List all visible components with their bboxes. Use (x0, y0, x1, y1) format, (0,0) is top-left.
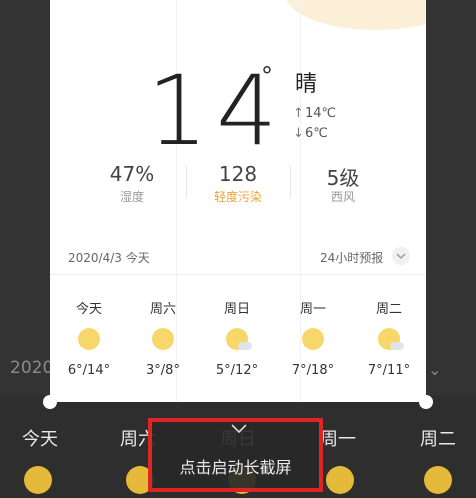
cloud-icon (238, 342, 252, 350)
divider (50, 274, 426, 275)
forecast-date: 2020/4/3 今天 (68, 251, 150, 265)
background-sun-icon (24, 466, 52, 494)
high-temp-value: 14℃ (305, 106, 337, 121)
forecast-day: 今天 (75, 302, 102, 317)
sun-icon (78, 328, 100, 350)
chevron-down-icon[interactable] (392, 247, 410, 265)
wind-value: 5级 (326, 166, 360, 190)
forecast-temp: 3°/8° (146, 363, 180, 378)
forecast-temp: 7°/11° (367, 363, 411, 378)
chevron-down-icon[interactable] (230, 420, 248, 438)
background-chevron: ⌄ (428, 360, 442, 379)
forecast-day: 周二 (375, 302, 402, 317)
cloud-icon (390, 342, 404, 350)
arrow-up-icon: ↑ (293, 106, 304, 121)
crop-handle-right[interactable] (419, 395, 433, 409)
high-temperature: ↑14℃ (293, 106, 336, 121)
aqi-value: 128 (218, 162, 258, 186)
hourly-forecast-link[interactable]: 24小时预报 (320, 249, 383, 266)
degree-sign: ° (261, 62, 273, 90)
forecast-day: 周一 (299, 302, 326, 317)
crop-handle-left[interactable] (43, 395, 57, 409)
sun-icon (152, 328, 174, 350)
humidity-label: 湿度 (119, 190, 144, 204)
background-day: 周二 (420, 429, 456, 450)
humidity-value: 47% (109, 162, 155, 186)
wind-label: 西风 (330, 190, 355, 204)
arrow-down-icon: ↓ (293, 126, 304, 141)
aqi-label: 轻度污染 (213, 190, 262, 204)
long-screenshot-label: 点击启动长截屏 (179, 458, 292, 477)
forecast-temp: 6°/14° (67, 363, 111, 378)
forecast-temp: 5°/12° (215, 363, 259, 378)
forecast-day: 周六 (149, 302, 176, 317)
stat-divider (186, 166, 187, 198)
background-sun-icon (424, 466, 452, 494)
forecast-day: 周日 (223, 302, 250, 317)
sun-icon (302, 328, 324, 350)
low-temperature: ↓6℃ (293, 126, 328, 141)
background-date: 2020 (10, 358, 54, 378)
low-temp-value: 6℃ (305, 126, 328, 141)
weather-condition: 晴 (295, 72, 318, 97)
screenshot-preview-card[interactable]: 14 ° 晴 ↑14℃ ↓6℃ 47% 湿度 128 轻度污染 5级 西风 20… (50, 0, 426, 402)
sun-glow (286, 0, 426, 30)
background-sun-icon (326, 466, 354, 494)
background-day: 周一 (320, 429, 356, 450)
forecast-temp: 7°/18° (291, 363, 335, 378)
stat-divider (290, 166, 291, 198)
background-day: 今天 (22, 429, 58, 450)
